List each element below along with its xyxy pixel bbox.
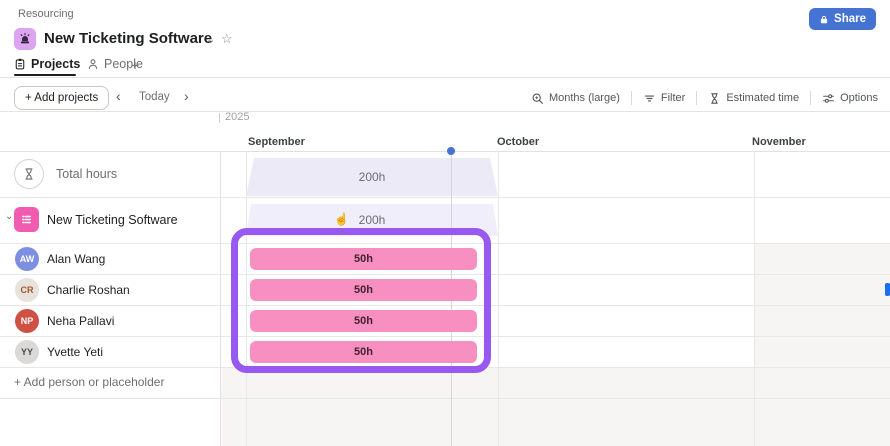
row-divider [0,243,890,244]
siren-icon [18,32,32,46]
view-tools: Months (large) Filter Estimated time Opt… [531,86,878,110]
person-name-neha[interactable]: Neha Pallavi [47,314,114,328]
options-button[interactable]: Options [822,92,878,105]
toolbar-divider [631,91,632,105]
toolbar-divider [810,91,811,105]
filter-icon [643,92,656,105]
breadcrumb[interactable]: Resourcing [18,8,74,20]
row-divider [0,305,890,306]
today-marker-dot [447,147,455,155]
panel-border [220,152,221,446]
tab-projects-label: Projects [31,57,80,71]
project-hours-value: 200h [359,213,386,227]
project-row-label[interactable]: New Ticketing Software [47,213,178,227]
avatar-yvette[interactable]: YY [15,340,39,364]
options-label: Options [840,92,878,104]
year-tick [219,113,220,123]
resourcing-app: Resourcing New Ticketing Software ⌄ ☆ Sh… [0,0,890,446]
person-icon [87,58,99,70]
bottom-background [221,367,890,446]
offscreen-item-indicator[interactable] [885,283,890,296]
toolbar-divider-line [0,111,890,112]
list-icon [19,212,34,227]
row-divider [0,398,890,399]
add-tab-button[interactable]: + [131,57,139,73]
estimated-time-button[interactable]: Estimated time [708,92,799,105]
allocation-bar-neha[interactable]: 50h [250,310,477,332]
person-name-charlie[interactable]: Charlie Roshan [47,283,130,297]
header-divider [0,77,890,78]
timeline-prev-icon[interactable]: ‹ [116,88,121,104]
filter-label: Filter [661,92,685,104]
month-label-november: November [752,136,806,148]
person-name-yvette[interactable]: Yvette Yeti [47,345,103,359]
row-divider [0,367,890,368]
project-siren-icon [14,28,36,50]
month-label-september: September [248,136,305,148]
title-chevron-down-icon[interactable]: ⌄ [206,33,215,46]
total-hours-allocation[interactable]: 200h [246,158,498,196]
project-list-icon [14,207,39,232]
tab-projects[interactable]: Projects [14,57,80,71]
project-allocation[interactable]: ☝ 200h [246,204,498,236]
year-label: 2025 [225,111,249,123]
row-divider [0,274,890,275]
person-name-alan[interactable]: Alan Wang [47,252,105,266]
share-label: Share [834,13,866,25]
clipboard-icon [14,58,26,70]
sliders-icon [822,92,835,105]
estimated-time-label: Estimated time [726,92,799,104]
allocation-bar-charlie[interactable]: 50h [250,279,477,301]
hourglass-icon [22,167,36,181]
total-hours-label: Total hours [56,167,117,181]
add-person-button[interactable]: + Add person or placeholder [14,375,164,389]
hourglass-icon [708,92,721,105]
zoom-level-label: Months (large) [549,92,620,104]
page-title: New Ticketing Software [44,30,212,47]
add-projects-button[interactable]: + Add projects [14,86,109,110]
avatar-alan[interactable]: AW [15,247,39,271]
toolbar-divider [696,91,697,105]
allocation-bar-alan[interactable]: 50h [250,248,477,270]
row-divider [0,336,890,337]
total-hours-value: 200h [359,170,386,184]
magnifier-icon [531,92,544,105]
month-label-october: October [497,136,539,148]
avatar-neha[interactable]: NP [15,309,39,333]
total-hours-icon-circle [14,159,44,189]
favorite-star-icon[interactable]: ☆ [221,31,233,47]
active-tab-underline [14,74,76,76]
zoom-level-button[interactable]: Months (large) [531,92,620,105]
project-expand-chevron-icon[interactable]: ⌄ [5,211,13,222]
timeline-next-icon[interactable]: › [184,88,189,104]
avatar-charlie[interactable]: CR [15,278,39,302]
today-button[interactable]: Today [139,91,170,103]
timeline-header-divider [0,151,890,152]
row-divider [0,197,890,198]
hand-cursor-icon: ☝ [334,212,349,226]
lock-icon [819,14,829,25]
allocation-bar-yvette[interactable]: 50h [250,341,477,363]
share-button[interactable]: Share [809,8,876,30]
filter-button[interactable]: Filter [643,92,685,105]
